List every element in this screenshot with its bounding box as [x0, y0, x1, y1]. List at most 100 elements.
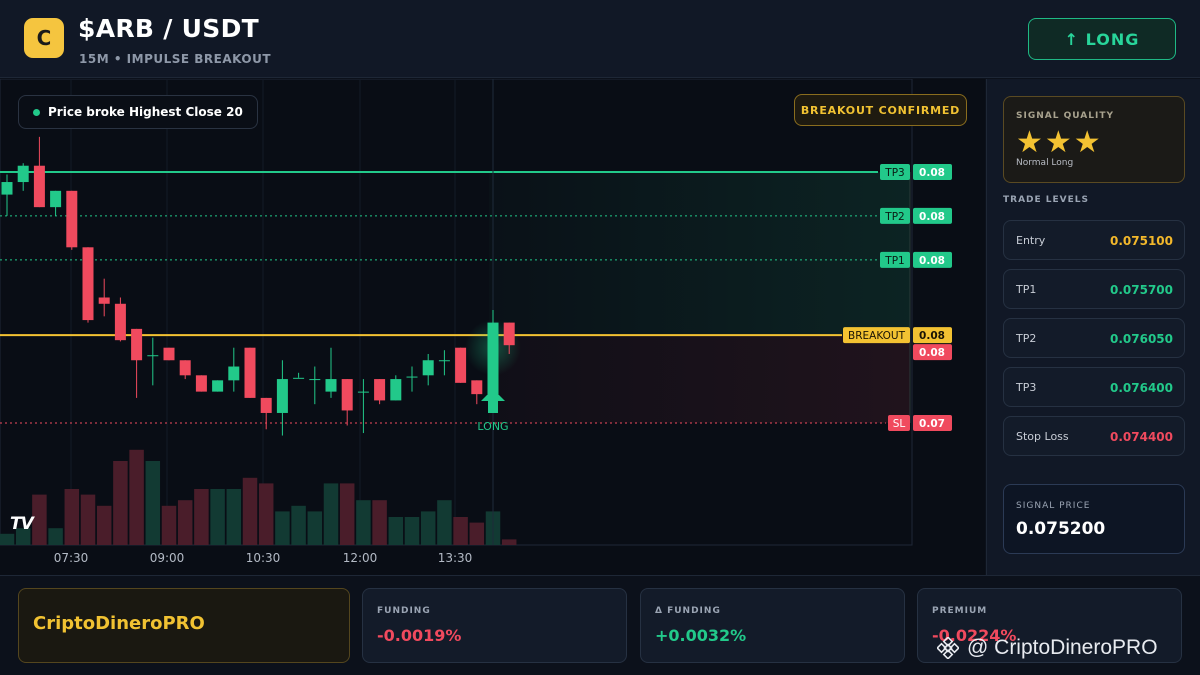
- candle-body: [1, 182, 13, 195]
- brand-card: CriptoDineroPRO: [18, 588, 350, 663]
- volume-bar: [242, 477, 258, 545]
- volume-bar: [356, 500, 371, 545]
- level-tag-name: TP1: [884, 255, 904, 267]
- candle-body: [212, 380, 224, 392]
- level-name: Entry: [1016, 234, 1046, 247]
- volume-bar: [437, 500, 452, 545]
- volume-bar: [323, 483, 339, 545]
- time-tick-label: 12:00: [343, 551, 378, 565]
- level-tp2: TP2 0.076050: [1003, 318, 1185, 358]
- trade-levels-label: TRADE LEVELS: [1003, 195, 1089, 205]
- candle-body: [487, 322, 499, 395]
- stat-label: FUNDING: [377, 606, 431, 616]
- stat-label: Δ FUNDING: [655, 606, 721, 616]
- binance-icon: [937, 637, 959, 659]
- info-pill: Price broke Highest Close 20: [18, 95, 258, 129]
- price-chart[interactable]: LONG 07:30 09:00 10:30 12:00 13:30 TP3 0.08 TP2 0…: [0, 79, 985, 575]
- candle-body: [50, 190, 62, 208]
- time-tick-label: 10:30: [246, 551, 281, 565]
- tradingview-logo: TV: [10, 514, 34, 534]
- pair-title: $ARB / USDT: [78, 14, 259, 43]
- funding-card: FUNDING -0.0019%: [362, 588, 627, 663]
- volume-bar: [96, 505, 112, 545]
- long-marker-label: LONG: [477, 420, 508, 433]
- volume-bar: [453, 517, 468, 545]
- volume-bar: [80, 494, 96, 545]
- signal-price-card: SIGNAL PRICE 0.075200: [1003, 484, 1185, 554]
- candlestick-chart: LONG 07:30 09:00 10:30 12:00 13:30 TP3 0.08 TP2 0…: [0, 79, 952, 565]
- volume-bar: [226, 489, 242, 545]
- footer: CriptoDineroPRO FUNDING -0.0019% Δ FUNDI…: [0, 575, 1200, 675]
- level-name: TP3: [1016, 381, 1037, 394]
- volume-bar: [420, 511, 436, 545]
- level-tp1: TP1 0.075700: [1003, 269, 1185, 309]
- sidebar: SIGNAL QUALITY ★★★ Normal Long TRADE LEV…: [986, 79, 1200, 575]
- level-value: 0.074400: [1109, 430, 1173, 444]
- volume-bar: [129, 449, 144, 545]
- stat-label: PREMIUM: [932, 606, 988, 616]
- volume-bar: [339, 483, 355, 545]
- long-button[interactable]: ↑ LONG: [1028, 18, 1176, 60]
- candle-body: [179, 360, 191, 376]
- level-value: 0.076050: [1109, 332, 1173, 346]
- volume-bar: [307, 511, 323, 545]
- signal-price-label: SIGNAL PRICE: [1016, 501, 1091, 511]
- candle-body: [325, 379, 337, 392]
- candle-body: [114, 303, 126, 341]
- candle-body: [374, 379, 386, 401]
- volume-bar: [388, 517, 404, 545]
- volume-bar: [48, 528, 63, 545]
- volume-bar: [32, 494, 47, 545]
- time-tick-label: 09:00: [150, 551, 185, 565]
- candle-body: [147, 355, 159, 357]
- candle-body: [33, 165, 45, 208]
- candle-body: [422, 360, 434, 376]
- profit-zone: [489, 172, 910, 336]
- volume-bar: [372, 500, 387, 545]
- volume-bar: [161, 505, 177, 545]
- volume-bar: [64, 489, 80, 545]
- candle-body: [503, 322, 515, 346]
- level-tag-name: TP3: [884, 167, 904, 179]
- level-value: 0.075100: [1109, 234, 1173, 248]
- signal-quality-card: SIGNAL QUALITY ★★★ Normal Long: [1003, 96, 1185, 183]
- time-tick-label: 07:30: [54, 551, 89, 565]
- candle-body: [260, 397, 272, 413]
- level-tag-name: TP2: [884, 211, 904, 223]
- stat-value: -0.0019%: [377, 626, 462, 645]
- level-value: 0.075700: [1109, 283, 1173, 297]
- volume-bar: [404, 517, 420, 545]
- level-tag-value: 0.08: [919, 330, 945, 342]
- level-tag-value: 0.08: [919, 211, 945, 223]
- candle-body: [471, 380, 483, 395]
- time-tick-label: 13:30: [438, 551, 473, 565]
- candle-body: [66, 190, 78, 248]
- signal-quality-label: SIGNAL QUALITY: [1016, 111, 1114, 121]
- candle-body: [17, 165, 29, 183]
- volume-bar: [275, 511, 290, 545]
- breakout-confirmed-badge: BREAKOUT CONFIRMED: [794, 94, 967, 126]
- candle-body: [276, 379, 288, 413]
- status-dot-icon: [33, 108, 40, 116]
- watermark: @ CriptoDineroPRO: [937, 636, 1158, 660]
- level-stop-loss: Stop Loss 0.074400: [1003, 416, 1185, 456]
- candle-body: [293, 377, 305, 379]
- candle-body: [244, 347, 256, 398]
- candle-body: [357, 391, 369, 393]
- coin-logo: C: [24, 18, 64, 58]
- header: C $ARB / USDT 15M • IMPULSE BREAKOUT ↑ L…: [0, 0, 1200, 78]
- candle-body: [406, 376, 418, 378]
- pair-subtitle: 15M • IMPULSE BREAKOUT: [79, 52, 272, 66]
- risk-zone: [489, 335, 910, 423]
- candle-body: [341, 379, 353, 411]
- level-tag-name: SL: [893, 418, 906, 430]
- signal-quality-sub: Normal Long: [1016, 158, 1074, 168]
- volume-bar: [291, 505, 306, 545]
- candle-body: [163, 347, 175, 361]
- volume-bar: [469, 522, 485, 545]
- level-value: 0.076400: [1109, 381, 1173, 395]
- level-tag-name: BREAKOUT: [848, 330, 906, 342]
- candle-body: [309, 379, 321, 381]
- level-entry: Entry 0.075100: [1003, 220, 1185, 260]
- stat-value: +0.0032%: [655, 626, 747, 645]
